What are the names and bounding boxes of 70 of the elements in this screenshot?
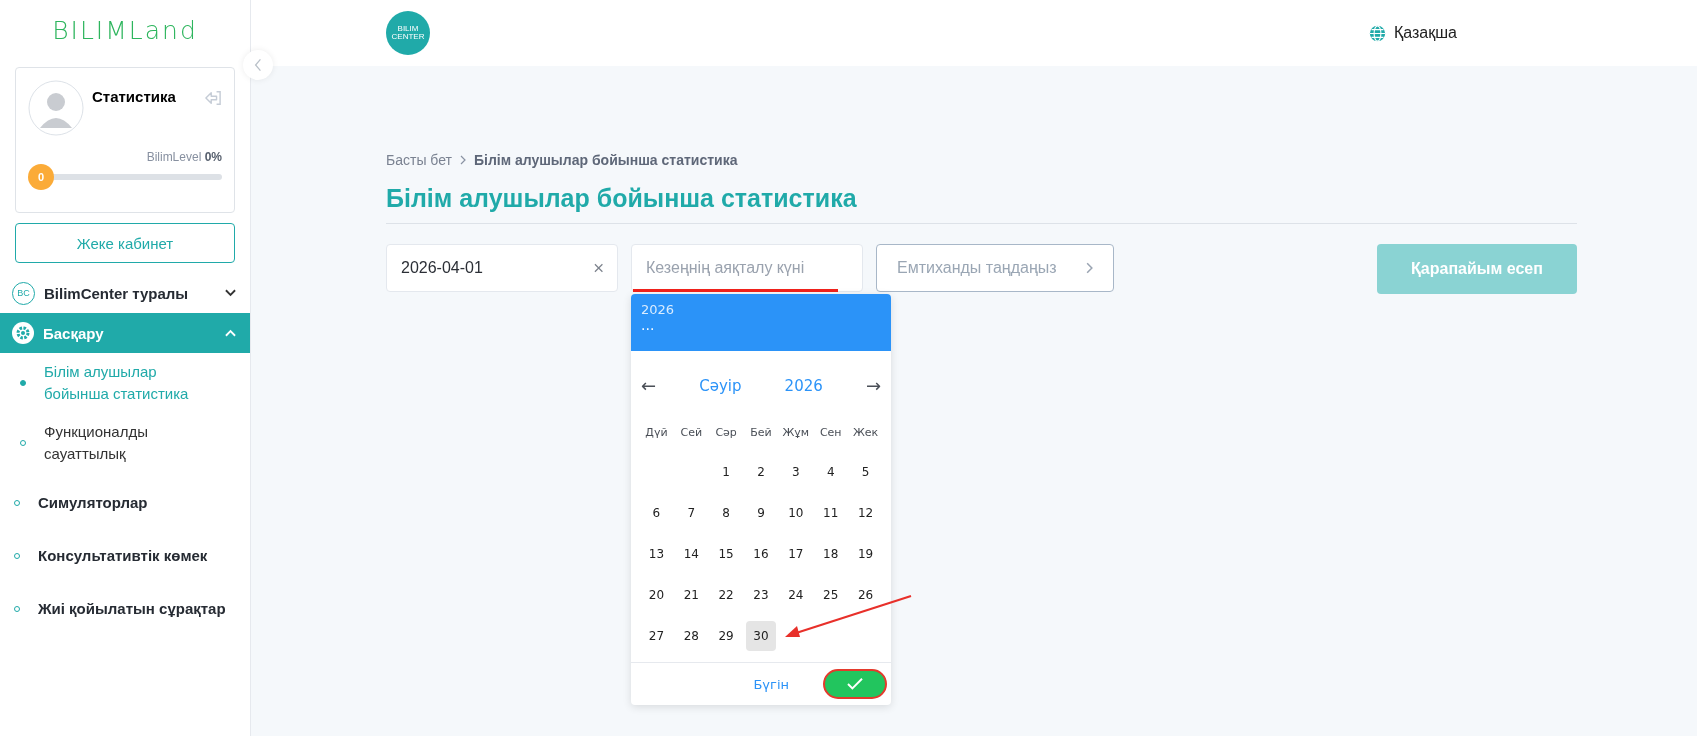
- header-date: ...: [641, 317, 656, 333]
- avatar-icon: [28, 80, 84, 136]
- day-cell[interactable]: 23: [746, 579, 776, 610]
- weekday-label: Сәр: [714, 425, 738, 441]
- breadcrumb-item[interactable]: Басты бет: [386, 152, 452, 168]
- weekday-label: Жұм: [781, 425, 811, 441]
- day-cell[interactable]: 18: [815, 538, 846, 569]
- submenu-item[interactable]: Функционалды сауаттылық: [0, 413, 214, 473]
- start-date-input[interactable]: 2026-04-01: [399, 258, 594, 278]
- profile-name: Статистика: [92, 88, 177, 105]
- chevron-icon: [225, 289, 236, 297]
- chevron-icon: [254, 58, 262, 72]
- check-icon: [846, 677, 864, 691]
- day-cell[interactable]: 7: [676, 497, 707, 528]
- end-date-input[interactable]: Кезеңнің аяқталу күні: [644, 258, 848, 278]
- chevron-icon: [1086, 262, 1093, 274]
- day-cell[interactable]: 19: [850, 538, 881, 569]
- day-cell[interactable]: 28: [676, 620, 707, 651]
- day-cell[interactable]: 26: [850, 579, 881, 610]
- day-cell[interactable]: 24: [780, 579, 811, 610]
- day-cell[interactable]: 14: [676, 538, 707, 569]
- day-cell[interactable]: 13: [641, 538, 672, 569]
- weekday-label: Жек: [851, 425, 880, 441]
- day-cell[interactable]: 8: [711, 497, 742, 528]
- previous-month-button[interactable]: ←: [641, 375, 657, 396]
- menu-label: BilimCenter туралы: [44, 284, 190, 302]
- menu-item[interactable]: Консультативтік көмек: [0, 532, 250, 579]
- day-cell[interactable]: 27: [641, 620, 672, 651]
- breadcrumb-item: Білім алушылар бойынша статистика: [473, 152, 738, 168]
- chevron-icon: [459, 155, 466, 165]
- day-cell[interactable]: 17: [780, 538, 811, 569]
- day-cell[interactable]: 5: [850, 456, 881, 487]
- day-cell[interactable]: 25: [815, 579, 846, 610]
- day-cell[interactable]: 10: [780, 497, 811, 528]
- day-cell[interactable]: 12: [850, 497, 881, 528]
- day-cell[interactable]: 16: [746, 538, 776, 569]
- end-date-field[interactable]: Кезеңнің аяқталу күні: [631, 244, 863, 292]
- confirm-button[interactable]: [823, 669, 887, 699]
- day-cell[interactable]: 2: [746, 456, 776, 487]
- language-selector[interactable]: Қазақша: [1369, 24, 1457, 42]
- chevron-icon: [225, 329, 236, 337]
- page-title: Білім алушылар бойынша статистика: [386, 184, 1577, 224]
- day-cell[interactable]: 6: [641, 497, 672, 528]
- weekday-label: Сей: [679, 425, 704, 441]
- day-cell[interactable]: 15: [711, 538, 742, 569]
- menu-label: Басқару: [43, 324, 105, 342]
- clear-icon[interactable]: [593, 263, 603, 273]
- gear-icon: [12, 322, 34, 344]
- day-cell[interactable]: 30: [746, 620, 776, 651]
- start-date-field[interactable]: 2026-04-01: [386, 244, 618, 292]
- day-cell[interactable]: 9: [746, 497, 776, 528]
- day-cell[interactable]: 22: [711, 579, 742, 610]
- day-cell[interactable]: 11: [815, 497, 846, 528]
- weekday-label: Бей: [749, 425, 773, 441]
- day-cell[interactable]: 21: [676, 579, 707, 610]
- menu-item[interactable]: Жиі қойылатын сұрақтар: [0, 585, 250, 632]
- globe-icon: [1369, 24, 1386, 42]
- day-cell[interactable]: 3: [780, 456, 811, 487]
- weekday-label: Сен: [818, 425, 843, 441]
- day-cell[interactable]: 29: [711, 620, 742, 651]
- day-cell[interactable]: 4: [815, 456, 846, 487]
- level-thumb: 0: [28, 164, 54, 190]
- menu-group[interactable]: BC BilimCenter туралы: [0, 273, 250, 313]
- next-month-button[interactable]: →: [865, 375, 881, 396]
- weekday-label: Дүй: [644, 425, 669, 441]
- menu-item[interactable]: Симуляторлар: [0, 479, 250, 526]
- header-year: 2026: [641, 302, 676, 317]
- day-cell[interactable]: 1: [711, 456, 742, 487]
- level-label: BilimLevel 0%: [145, 150, 222, 164]
- day-cell[interactable]: 20: [641, 579, 672, 610]
